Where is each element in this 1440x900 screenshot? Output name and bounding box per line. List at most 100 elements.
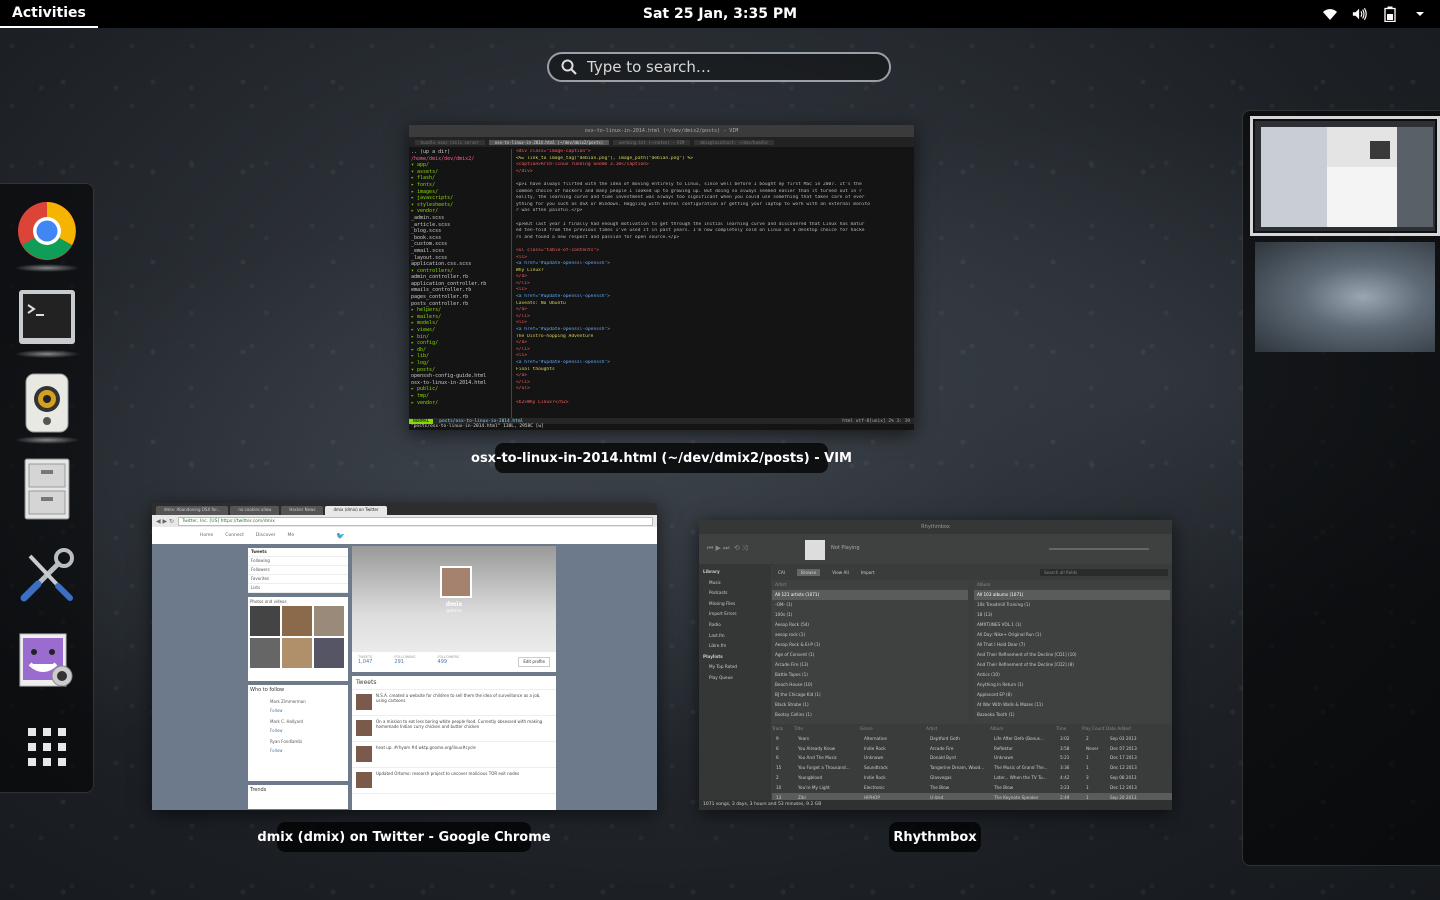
clock[interactable]: Sat 25 Jan, 3:35 PM	[643, 6, 797, 22]
browse-tab: View All	[832, 569, 849, 575]
browser-toolbar: CAI Browse View All Import Search all fi…	[772, 564, 1172, 580]
browser-entry: Beach House (10)	[775, 682, 813, 687]
browser-entry: All 103 albums (1071)	[974, 590, 1170, 600]
browser-entry: 18 (13)	[977, 612, 993, 617]
tree-entry: openssh-config-guide.html	[411, 373, 487, 380]
follow-suggestion: Mark Zimmerman	[270, 699, 306, 704]
library-item: Playlists	[703, 653, 723, 659]
network-wireless-icon[interactable]	[1322, 6, 1338, 22]
sidebar-item: Tweets	[248, 548, 348, 557]
code-line: </a>	[516, 340, 528, 346]
code-line: </a>	[516, 274, 528, 280]
stat-value: 1,047	[358, 659, 373, 665]
track-cell: Electronic	[864, 784, 885, 790]
track-list: Track Title Genre Artist Album Time Play Count…	[772, 724, 1172, 803]
dash-item-chrome[interactable]	[10, 194, 84, 272]
search-icon	[561, 59, 577, 75]
trends-card: Trends	[248, 785, 348, 809]
track-column-header: Time	[1056, 726, 1067, 731]
rhythmbox-search: Search all fields	[1040, 568, 1168, 576]
window-caption-vim[interactable]: osx-to-linux-in-2014.html (~/dev/dmix2/p…	[471, 443, 852, 473]
track-column-header: Title	[794, 726, 803, 731]
tree-entry: osx-to-linux-in-2014.html	[411, 379, 487, 386]
track-cell: Sep 08 2013	[1110, 774, 1137, 780]
dash-item-settings[interactable]	[10, 538, 84, 612]
volume-icon[interactable]	[1352, 6, 1368, 22]
track-cell: Dec 07 2013	[1110, 745, 1137, 751]
show-applications-button[interactable]	[10, 710, 84, 784]
window-thumbnail-vim[interactable]: osx-to-linux-in-2014.html (~/dev/dmix2/p…	[409, 125, 914, 430]
tree-entry: ▸ images/	[411, 188, 439, 195]
stat-value: 499	[437, 659, 448, 665]
tree-entry: ▸ javascripts/	[411, 195, 454, 202]
battery-icon[interactable]	[1382, 6, 1398, 22]
workspace-2[interactable]	[1255, 242, 1435, 352]
pane-header: Artist	[775, 582, 787, 587]
track-cell: Reflektor	[994, 745, 1013, 751]
menu-arrow-icon[interactable]	[1412, 6, 1428, 22]
code-line: <div class="image-caption">	[516, 149, 591, 154]
tree-entry: emails_controller.rb	[411, 287, 472, 294]
track-cell: Dec 12 2013	[1110, 784, 1137, 790]
dash-item-files[interactable]	[10, 452, 84, 526]
window-thumbnail-rhythmbox[interactable]: Rhythmbox ⏮ ▶ ⏭ ⟲ ⤨ Not Playing Library M…	[699, 520, 1172, 810]
vim-tabs: bundle exec rails server osx-to-linux-in…	[409, 137, 914, 147]
tree-entry: ▾ stylesheets/	[411, 201, 454, 208]
code-line: common choice of hackers and many people…	[516, 188, 862, 194]
browse-tab: Browse	[797, 568, 821, 576]
track-row: 10 You're My Light Electronic The Blow The B…	[772, 783, 1172, 793]
search-input[interactable]	[585, 57, 879, 77]
artist-pane: Artist All 121 artists (1071) -OM- (1) 100s…	[772, 580, 968, 724]
rhythmbox-statusbar: 1071 songs, 3 days, 3 hours and 53 minut…	[699, 800, 1172, 810]
tree-entry: ▸ tmp/	[411, 392, 430, 399]
activities-button[interactable]: Activities	[0, 0, 98, 28]
playback-controls-icon: ⏮ ▶ ⏭ ⟲ ⤨	[707, 544, 748, 552]
code-line: <a href="#update-openssl-openssh">	[516, 261, 611, 267]
track-cell: Donald Byrd	[930, 755, 956, 761]
track-row: 6 You Already Know Indie Rock Arcade Fire Re…	[772, 744, 1172, 754]
browser-entry: And Their Refinement of the Decline [CD1…	[977, 652, 1077, 657]
window-caption-rhythmbox[interactable]: Rhythmbox	[889, 822, 981, 852]
chrome-toolbar: ◀ ▶ ↻ Twitter, Inc. [US] https://twitter…	[152, 515, 657, 527]
vim-tab: bundle exec rails server	[415, 139, 485, 145]
code-line: <caption>Arch-linux running Gnome 3.10</…	[516, 162, 649, 168]
workspace-1[interactable]	[1250, 116, 1440, 236]
dash-item-rhythmbox[interactable]	[10, 366, 84, 444]
dash-item-terminal[interactable]	[10, 280, 84, 358]
window-thumbnail-chrome[interactable]: dmix: Abandoning OSX for... no cookies a…	[152, 503, 657, 810]
browser-entry: Arcade Fire (13)	[775, 662, 809, 667]
tree-entry: _blog.scss	[411, 228, 442, 235]
tweet: heat up. #rhyam #4 wktp.gnome.org/linux#…	[352, 742, 556, 768]
profile-nav-card: Tweets Following Followers Favorites Lis…	[248, 548, 348, 593]
library-item: My Top Rated	[709, 664, 738, 670]
code-line: <li>	[516, 254, 528, 260]
track-cell: Years	[798, 735, 810, 741]
photos-card: Photos and videos	[248, 597, 348, 681]
tree-entry: ▸ public/	[411, 386, 439, 393]
track-cell: The Blow	[994, 784, 1014, 790]
dash-item-cheese[interactable]	[10, 624, 84, 698]
window-caption-chrome[interactable]: dmix (dmix) on Twitter - Google Chrome	[257, 822, 551, 852]
tree-entry: pages_controller.rb	[411, 294, 469, 301]
browser-entry: All Day: Nike+ Original Run (1)	[977, 632, 1042, 637]
tree-entry: posts_controller.rb	[411, 300, 469, 307]
browser-entry: Bootsy Collins (1)	[775, 712, 812, 717]
workspace-switcher	[1242, 110, 1440, 866]
library-item: Libre.fm	[709, 643, 727, 649]
track-cell: 1	[1086, 765, 1089, 771]
browser-entry: aesop rock (1)	[775, 632, 806, 637]
vim-titlebar: osx-to-linux-in-2014.html (~/dev/dmix2/p…	[409, 125, 914, 137]
browser-entry: Applecord EP (8)	[977, 692, 1012, 697]
tree-entry: ▸ log/	[411, 360, 430, 366]
tree-entry: ▸ vendor/	[411, 208, 439, 215]
dash	[0, 183, 94, 793]
tree-entry: _email.scss	[411, 247, 445, 254]
vim-status-right: html utf-8[unix] 2% 3: 19	[842, 418, 910, 424]
tweets-header: Tweets	[352, 676, 556, 690]
code-line: <ul class="table-of-contents">	[516, 247, 599, 253]
album-art-icon	[805, 540, 825, 560]
tree-entry: ▾ app/	[411, 162, 430, 169]
search-box[interactable]	[547, 52, 891, 82]
rhythmbox-sidebar: Library Music Podcasts Missing Files Import …	[699, 564, 771, 800]
